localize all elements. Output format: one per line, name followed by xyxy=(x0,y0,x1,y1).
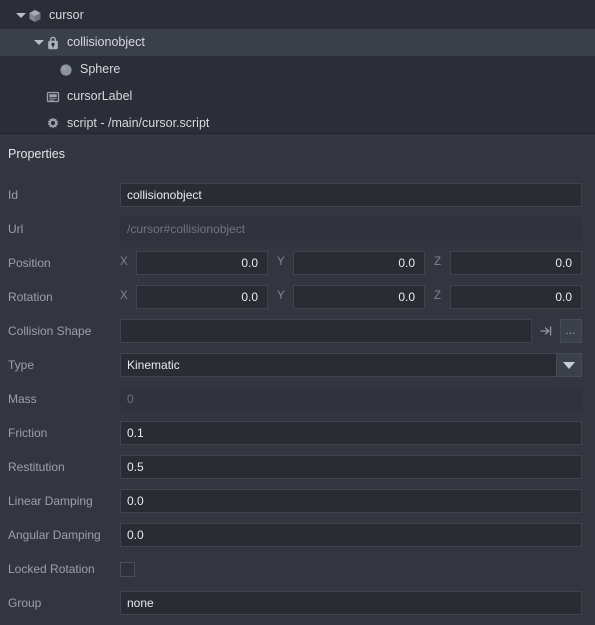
property-row-friction: Friction 0.1 xyxy=(0,416,595,450)
id-input[interactable]: collisionobject xyxy=(120,183,582,207)
axis-label-x: X xyxy=(120,256,128,269)
property-rows: Id collisionobject Url /cursor#collision… xyxy=(0,172,595,620)
browse-button[interactable]: … xyxy=(560,319,582,343)
property-label-locked-rotation: Locked Rotation xyxy=(8,562,95,576)
properties-panel: Properties Id collisionobject Url /curso… xyxy=(0,133,595,625)
rotation-y-group: Y 0.0 xyxy=(277,285,425,309)
type-dropdown[interactable]: Kinematic xyxy=(120,353,582,377)
axis-label-y: Y xyxy=(277,290,285,303)
chevron-down-icon[interactable] xyxy=(32,36,45,49)
chevron-down-icon[interactable] xyxy=(556,353,582,377)
property-row-linear-damping: Linear Damping 0.0 xyxy=(0,484,595,518)
axis-label-x: X xyxy=(120,290,128,303)
collision-object-icon xyxy=(45,35,61,51)
tree-label: Sphere xyxy=(80,62,121,77)
property-label-collision-shape: Collision Shape xyxy=(8,324,92,338)
property-label-angular-damping: Angular Damping xyxy=(8,528,101,542)
tree-label: cursor xyxy=(49,8,84,23)
axis-label-z: Z xyxy=(434,290,442,303)
position-x-group: X 0.0 xyxy=(120,251,268,275)
property-label-type: Type xyxy=(8,358,35,372)
property-label-rotation: Rotation xyxy=(8,290,53,304)
property-label-linear-damping: Linear Damping xyxy=(8,494,93,508)
url-input: /cursor#collisionobject xyxy=(120,217,582,241)
property-control-mass: 0 xyxy=(120,387,582,411)
axis-label-z: Z xyxy=(434,256,442,269)
property-control-group: none xyxy=(120,591,582,615)
property-row-collision-shape: Collision Shape … xyxy=(0,314,595,348)
rotation-x-input[interactable]: 0.0 xyxy=(136,285,268,309)
property-row-id: Id collisionobject xyxy=(0,178,595,212)
tree-label: script - /main/cursor.script xyxy=(67,116,210,131)
mass-input: 0 xyxy=(120,387,582,411)
angular-damping-input[interactable]: 0.0 xyxy=(120,523,582,547)
property-label-position: Position xyxy=(8,256,51,270)
property-row-restitution: Restitution 0.5 xyxy=(0,450,595,484)
property-control-type: Kinematic xyxy=(120,353,582,377)
property-row-mass: Mass 0 xyxy=(0,382,595,416)
axis-label-y: Y xyxy=(277,256,285,269)
tree-row-collisionobject[interactable]: collisionobject xyxy=(0,29,595,56)
rotation-x-group: X 0.0 xyxy=(120,285,268,309)
rotation-z-group: Z 0.0 xyxy=(434,285,582,309)
property-control-restitution: 0.5 xyxy=(120,455,582,479)
property-row-position: Position X 0.0 Y 0.0 Z 0.0 xyxy=(0,246,595,280)
locked-rotation-checkbox[interactable] xyxy=(120,561,135,577)
property-label-friction: Friction xyxy=(8,426,48,440)
position-x-input[interactable]: 0.0 xyxy=(136,251,268,275)
property-control-collision-shape: … xyxy=(120,319,582,343)
tree-label: collisionobject xyxy=(67,35,145,50)
property-control-url: /cursor#collisionobject xyxy=(120,217,582,241)
type-dropdown-value: Kinematic xyxy=(120,353,582,377)
chevron-down-icon[interactable] xyxy=(14,9,27,22)
property-label-mass: Mass xyxy=(8,392,37,406)
tree-label: cursorLabel xyxy=(67,89,133,104)
restitution-input[interactable]: 0.5 xyxy=(120,455,582,479)
property-label-url: Url xyxy=(8,222,24,236)
property-control-linear-damping: 0.0 xyxy=(120,489,582,513)
rotation-z-input[interactable]: 0.0 xyxy=(450,285,582,309)
tree-row-cursorlabel[interactable]: cursorLabel xyxy=(0,83,595,110)
property-control-id: collisionobject xyxy=(120,183,582,207)
position-y-input[interactable]: 0.0 xyxy=(293,251,425,275)
property-label-id: Id xyxy=(8,188,19,202)
property-row-group: Group none xyxy=(0,586,595,620)
rotation-y-input[interactable]: 0.0 xyxy=(293,285,425,309)
label-icon xyxy=(45,89,61,105)
linear-damping-input[interactable]: 0.0 xyxy=(120,489,582,513)
property-control-angular-damping: 0.0 xyxy=(120,523,582,547)
tree-row-cursor[interactable]: cursor xyxy=(0,2,595,29)
tree-row-sphere[interactable]: Sphere xyxy=(0,56,595,83)
sphere-icon xyxy=(58,62,74,78)
property-row-angular-damping: Angular Damping 0.0 xyxy=(0,518,595,552)
cube-icon xyxy=(27,8,43,24)
page-title: Properties xyxy=(8,147,65,161)
jump-to-resource-icon[interactable] xyxy=(535,319,557,343)
position-z-input[interactable]: 0.0 xyxy=(450,251,582,275)
friction-input[interactable]: 0.1 xyxy=(120,421,582,445)
gear-icon xyxy=(45,116,61,132)
position-z-group: Z 0.0 xyxy=(434,251,582,275)
property-row-rotation: Rotation X 0.0 Y 0.0 Z 0.0 xyxy=(0,280,595,314)
property-control-rotation: X 0.0 Y 0.0 Z 0.0 xyxy=(120,285,582,309)
property-control-locked-rotation xyxy=(120,561,582,577)
property-control-friction: 0.1 xyxy=(120,421,582,445)
position-y-group: Y 0.0 xyxy=(277,251,425,275)
property-control-position: X 0.0 Y 0.0 Z 0.0 xyxy=(120,251,582,275)
collision-shape-input[interactable] xyxy=(120,319,532,343)
property-label-group: Group xyxy=(8,596,42,610)
property-label-restitution: Restitution xyxy=(8,460,65,474)
group-input[interactable]: none xyxy=(120,591,582,615)
property-row-locked-rotation: Locked Rotation xyxy=(0,552,595,586)
property-row-type: Type Kinematic xyxy=(0,348,595,382)
property-row-url: Url /cursor#collisionobject xyxy=(0,212,595,246)
outline-tree: cursor collisionobject Sphere cursorLabe… xyxy=(0,0,595,133)
